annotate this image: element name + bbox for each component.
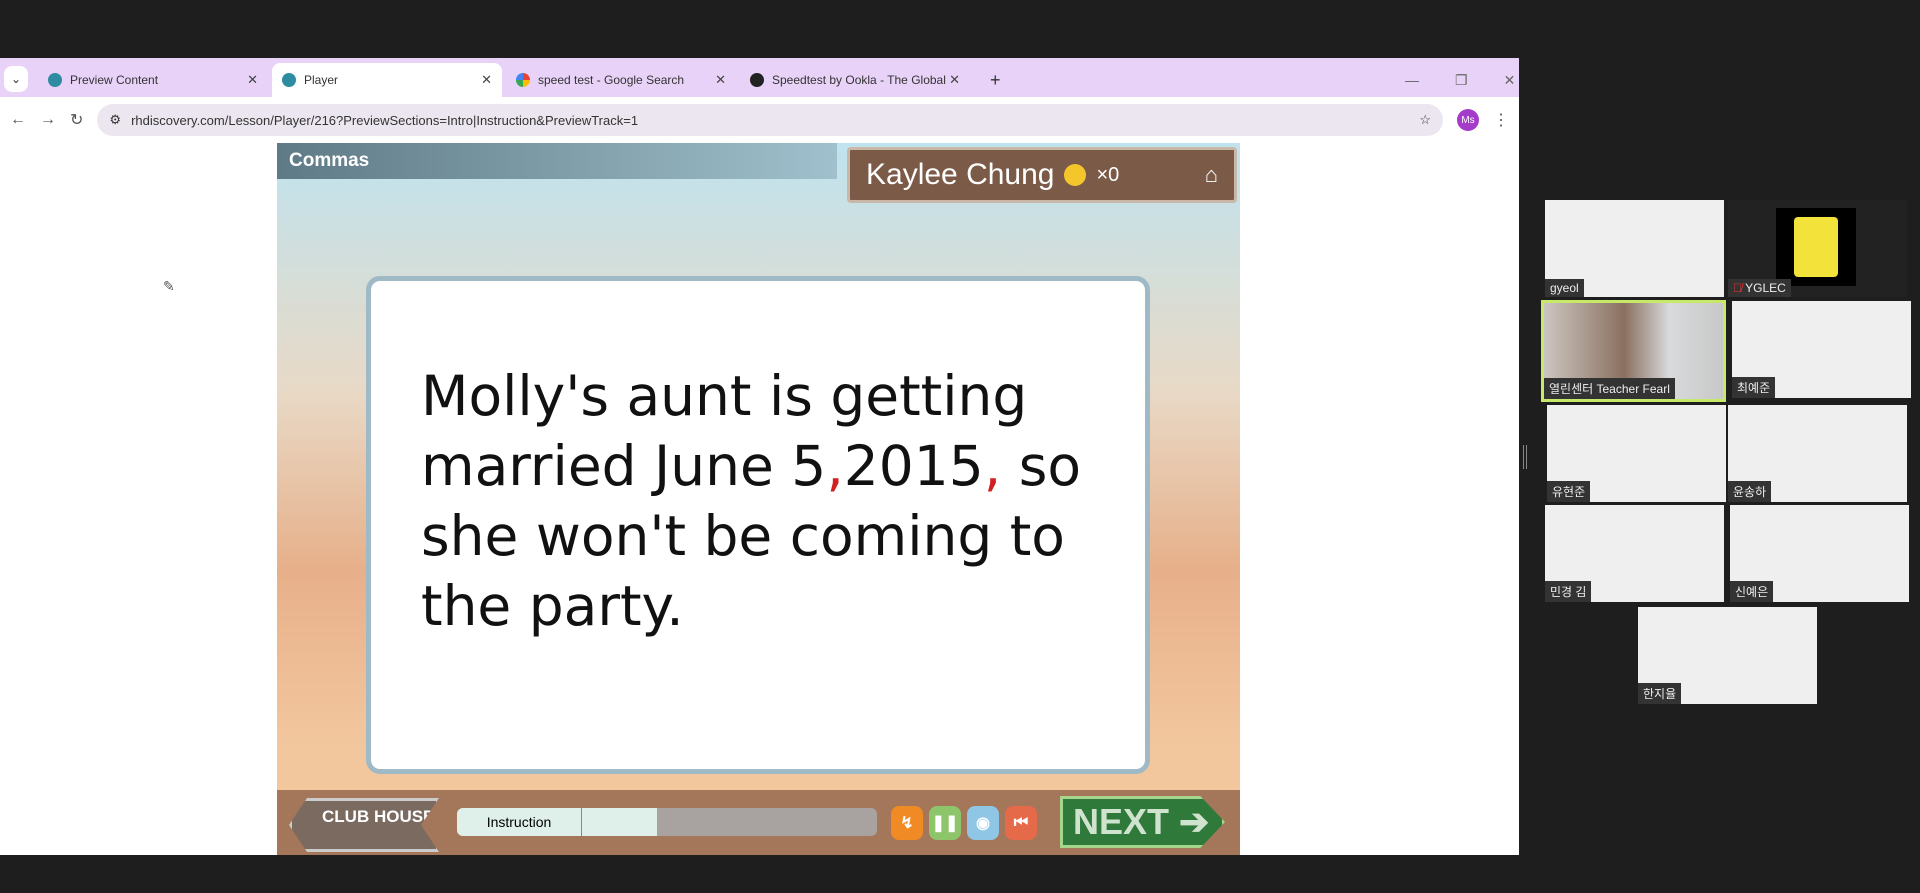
- participant-tile[interactable]: 🎙̸ YGLEC: [1728, 200, 1907, 297]
- house-icon[interactable]: ⌂: [1205, 162, 1218, 188]
- profile-avatar[interactable]: Ms: [1457, 109, 1479, 131]
- tab-label: Preview Content: [70, 73, 159, 87]
- participant-tile[interactable]: 윤송하: [1728, 405, 1907, 502]
- arrow-right-icon: ➔: [1179, 801, 1210, 842]
- participant-name: gyeol: [1545, 279, 1584, 297]
- url-field[interactable]: ⚙ rhdiscovery.com/Lesson/Player/216?Previ…: [97, 104, 1443, 136]
- participant-tile[interactable]: 유현준: [1547, 405, 1726, 502]
- restart-icon[interactable]: ⏮: [1005, 806, 1037, 840]
- close-icon[interactable]: ✕: [949, 72, 960, 88]
- new-tab-button[interactable]: +: [980, 63, 1011, 97]
- tab-player[interactable]: Player ✕: [272, 63, 502, 97]
- tab-google-search[interactable]: speed test - Google Search ✕: [506, 63, 736, 97]
- tab-speedtest[interactable]: Speedtest by Ookla - The Global ✕: [740, 63, 970, 97]
- next-label: NEXT: [1073, 801, 1170, 842]
- sentence-card: Molly's aunt is getting married June 5,2…: [366, 276, 1150, 774]
- skip-icon[interactable]: ↯: [891, 806, 923, 840]
- player-name: Kaylee Chung: [866, 158, 1055, 191]
- progress-label: Instruction: [457, 808, 582, 836]
- menu-icon[interactable]: ⋮: [1493, 110, 1509, 130]
- progress-fill: [582, 808, 657, 836]
- participant-tile[interactable]: 한지율: [1638, 607, 1817, 704]
- participant-name: 민경 김: [1545, 581, 1592, 602]
- audio-icon[interactable]: ◉: [967, 806, 999, 840]
- site-settings-icon[interactable]: ⚙: [109, 112, 121, 128]
- browser-window: ⌄ Preview Content ✕ Player ✕ speed test - …: [0, 58, 1519, 855]
- window-controls: — ❐ ✕: [1395, 63, 1525, 97]
- butterfly-icon: [282, 73, 296, 87]
- avatar: [1794, 217, 1838, 277]
- club-house-button[interactable]: CLUB HOUSE: [289, 798, 439, 852]
- back-icon[interactable]: ←: [10, 111, 26, 129]
- pencil-icon: ✎: [163, 278, 175, 294]
- participant-name: 유현준: [1547, 481, 1591, 502]
- coin-count: ×0: [1096, 163, 1120, 186]
- lesson-title: Commas: [277, 143, 837, 179]
- restore-icon[interactable]: ❐: [1455, 72, 1468, 89]
- participant-tile[interactable]: gyeol: [1545, 200, 1724, 297]
- participant-tile[interactable]: 민경 김: [1545, 505, 1724, 602]
- player-controls: CLUB HOUSE Instruction ↯ ❚❚ ◉ ⏮ NEXT ➔: [277, 790, 1240, 855]
- close-window-icon[interactable]: ✕: [1504, 72, 1516, 89]
- tab-label: Player: [304, 73, 339, 87]
- google-icon: [516, 73, 530, 87]
- participant-name: 한지율: [1638, 683, 1682, 704]
- forward-icon[interactable]: →: [40, 111, 56, 129]
- next-button[interactable]: NEXT ➔: [1060, 796, 1225, 848]
- close-icon[interactable]: ✕: [715, 72, 726, 88]
- tab-search-button[interactable]: ⌄: [4, 66, 28, 92]
- participant-name: 신예은: [1730, 581, 1774, 602]
- bookmark-star-icon[interactable]: ☆: [1419, 112, 1431, 128]
- coin-icon: [1064, 164, 1087, 186]
- close-icon[interactable]: ✕: [481, 72, 492, 88]
- speedtest-icon: [750, 73, 764, 87]
- participant-name: 🎙̸ YGLEC: [1728, 279, 1791, 297]
- participant-tile[interactable]: 최예준: [1732, 301, 1911, 398]
- participant-tile-active-speaker[interactable]: 열린센터 Teacher Fearl: [1541, 300, 1726, 402]
- tab-label: speed test - Google Search: [538, 73, 685, 87]
- address-bar-row: ← → ↻ ⚙ rhdiscovery.com/Lesson/Player/216…: [0, 97, 1519, 143]
- participant-tile[interactable]: 신예은: [1730, 505, 1909, 602]
- lesson-progress: Instruction: [457, 808, 877, 836]
- url-text: rhdiscovery.com/Lesson/Player/216?Previe…: [131, 112, 639, 128]
- reload-icon[interactable]: ↻: [70, 110, 83, 130]
- tab-preview-content[interactable]: Preview Content ✕: [38, 63, 268, 97]
- participant-name-text: YGLEC: [1745, 281, 1786, 295]
- lesson-player: Commas Kaylee Chung ×0 ⌂ Molly's aunt is g…: [277, 143, 1240, 855]
- close-icon[interactable]: ✕: [247, 72, 258, 88]
- player-nameplate: Kaylee Chung ×0 ⌂: [847, 147, 1237, 203]
- tab-bar: ⌄ Preview Content ✕ Player ✕ speed test - …: [0, 58, 1519, 97]
- sentence-text: 2015: [843, 434, 984, 498]
- participant-name: 열린센터 Teacher Fearl: [1544, 378, 1675, 399]
- site-icon: [48, 73, 62, 87]
- panel-resize-handle[interactable]: [1523, 445, 1527, 469]
- muted-mic-icon: 🎙̸: [1733, 281, 1746, 295]
- minimize-icon[interactable]: —: [1405, 72, 1419, 88]
- participant-name: 윤송하: [1728, 481, 1772, 502]
- comma-mark[interactable]: ,: [984, 434, 1001, 498]
- tab-label: Speedtest by Ookla - The Global: [772, 73, 946, 87]
- comma-mark[interactable]: ,: [826, 434, 843, 498]
- participant-name: 최예준: [1732, 377, 1776, 398]
- pause-icon[interactable]: ❚❚: [929, 806, 961, 840]
